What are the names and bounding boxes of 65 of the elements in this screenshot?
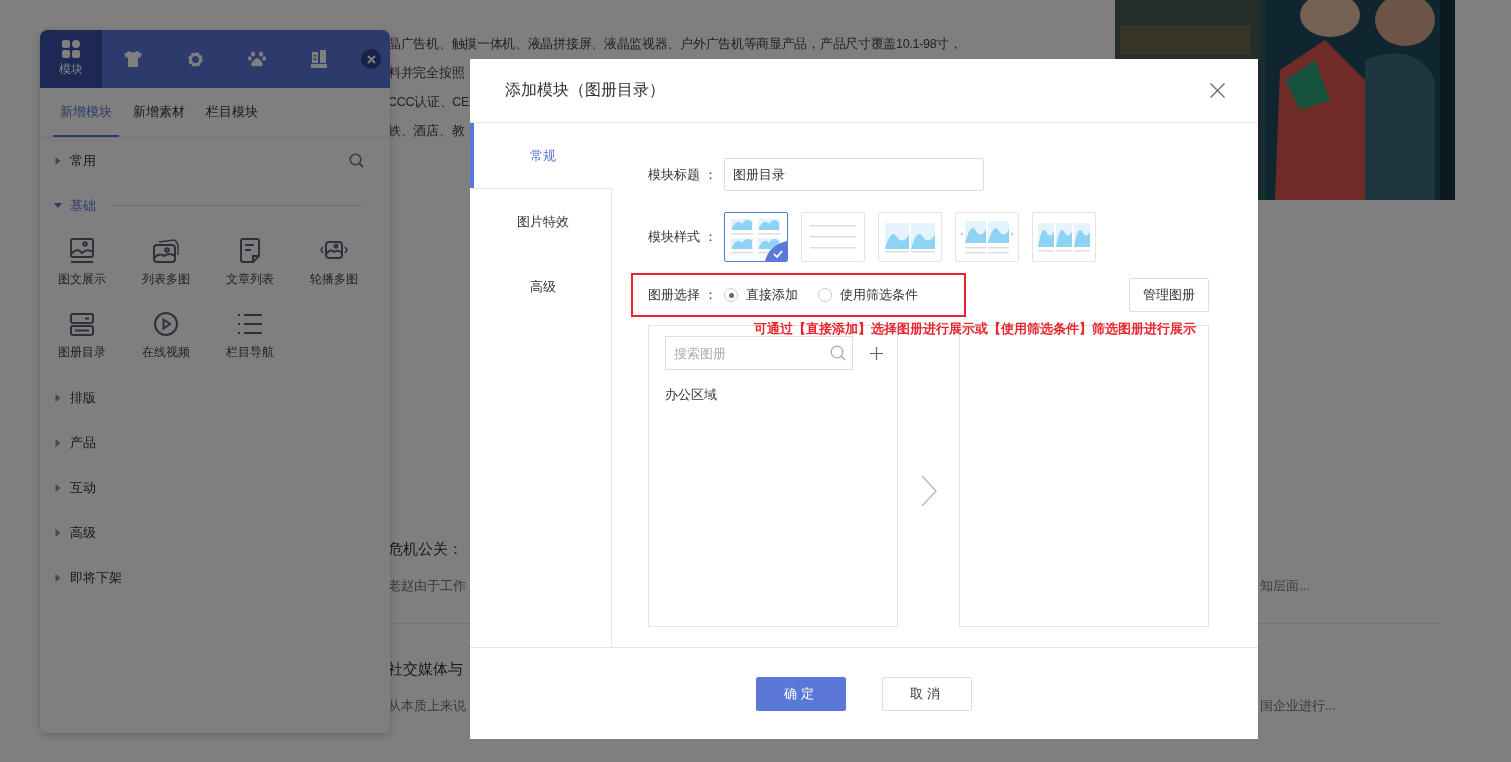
caret-icon bbox=[54, 438, 62, 447]
field-label: 模块样式 ： bbox=[648, 228, 718, 246]
dialog-title: 添加模块（图册目录） bbox=[505, 80, 665, 100]
search-icon bbox=[830, 345, 846, 361]
caret-icon bbox=[54, 573, 62, 582]
plus-icon[interactable] bbox=[870, 346, 883, 360]
module-item[interactable]: 栏目导航 bbox=[208, 306, 292, 365]
radio-option[interactable]: 直接添加 bbox=[724, 286, 798, 304]
close-button[interactable] bbox=[361, 49, 381, 69]
picture-icon bbox=[68, 237, 96, 265]
section-header[interactable]: 常用 bbox=[54, 151, 96, 170]
manage-albums-button[interactable]: 管理图册 bbox=[1129, 278, 1209, 312]
close-button[interactable] bbox=[1210, 83, 1225, 98]
sub-tab[interactable]: 栏目模块 bbox=[199, 88, 265, 137]
caret-icon bbox=[54, 156, 62, 165]
nav-tab[interactable]: 常规 bbox=[470, 123, 612, 188]
module-item[interactable]: 图文展示 bbox=[40, 233, 124, 292]
cancel-button[interactable]: 取消 bbox=[882, 676, 972, 711]
section-header[interactable]: 高级 bbox=[54, 523, 96, 542]
field-label: 模块标题 ： bbox=[648, 165, 718, 184]
sub-tab[interactable]: 新增素材 bbox=[126, 88, 192, 137]
stacked-bars-icon bbox=[68, 310, 96, 338]
module-item[interactable]: 轮播多图 bbox=[292, 233, 376, 292]
close-icon bbox=[1210, 83, 1225, 98]
panel-tab[interactable]: 模块 bbox=[40, 30, 102, 88]
sub-tab[interactable]: 新增模块 bbox=[53, 88, 119, 137]
module-item[interactable]: 在线视频 bbox=[124, 306, 208, 365]
caret-icon bbox=[54, 528, 62, 537]
caret-icon bbox=[54, 393, 62, 402]
thumbnail-drawing bbox=[729, 217, 783, 257]
section-header[interactable]: 产品 bbox=[54, 433, 96, 452]
article-excerpt: 国企业进行... bbox=[1260, 697, 1337, 715]
caret-icon bbox=[54, 483, 62, 492]
article-excerpt: 从本质上来说 bbox=[388, 697, 466, 715]
section-header[interactable]: 互动 bbox=[54, 478, 96, 497]
radio-option[interactable]: 使用筛选条件 bbox=[818, 286, 918, 304]
caret-icon bbox=[54, 203, 62, 208]
album-item[interactable]: 办公区域 bbox=[665, 386, 717, 404]
search-field[interactable]: 搜索图册 bbox=[665, 336, 853, 370]
gear-icon bbox=[186, 50, 204, 68]
chevron-right-icon[interactable] bbox=[920, 475, 937, 507]
pictures-icon bbox=[152, 237, 180, 265]
check-badge-icon bbox=[765, 241, 787, 261]
module-item[interactable]: 文章列表 bbox=[208, 233, 292, 292]
building-icon bbox=[311, 50, 327, 68]
title-input[interactable]: 图册目录 bbox=[724, 158, 984, 191]
paw-icon bbox=[248, 51, 266, 67]
module-item[interactable]: 列表多图 bbox=[124, 233, 208, 292]
article-excerpt: 老赵由于工作 bbox=[388, 577, 466, 595]
module-item[interactable]: 图册目录 bbox=[40, 306, 124, 365]
nav-tab[interactable]: 图片特效 bbox=[470, 188, 612, 254]
section-header[interactable]: 即将下架 bbox=[54, 568, 122, 587]
search-icon[interactable] bbox=[349, 153, 364, 168]
section-header[interactable]: 排版 bbox=[54, 388, 96, 407]
grid-icon bbox=[62, 40, 80, 58]
hint-text: 可通过【直接添加】选择图册进行展示或【使用筛选条件】筛选图册进行展示 bbox=[754, 320, 1196, 338]
shirt-icon bbox=[124, 51, 142, 67]
play-icon bbox=[152, 310, 180, 338]
close-icon bbox=[366, 54, 376, 64]
section-header[interactable]: 基础 bbox=[54, 196, 96, 215]
article-excerpt: 知层面... bbox=[1260, 577, 1311, 595]
confirm-button[interactable]: 确定 bbox=[756, 676, 846, 711]
style-option[interactable] bbox=[724, 212, 788, 262]
nav-tab[interactable]: 高级 bbox=[470, 254, 612, 320]
field-label: 图册选择 ： bbox=[648, 286, 718, 304]
